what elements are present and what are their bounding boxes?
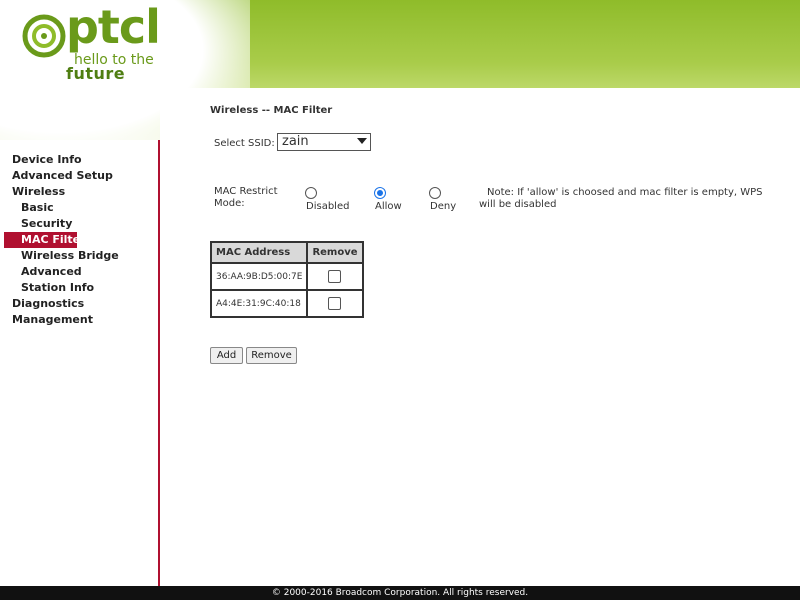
sidebar-item-security[interactable]: Security [0,216,119,232]
column-header-mac-address: MAC Address [209,241,309,264]
table-header-row: MAC Address Remove [209,241,364,264]
logo-tagline-2: future [66,64,126,83]
mac-address-cell: A4:4E:31:9C:40:18 [209,289,309,318]
radio-disabled-label: Disabled [306,201,350,212]
column-header-remove: Remove [306,241,364,264]
radio-allow-label: Allow [375,201,402,212]
ssid-selected-value: zain [282,134,309,149]
remove-cell [306,289,364,318]
mac-restrict-label: MAC Restrict Mode: [214,186,278,209]
sidebar: Device Info Advanced Setup Wireless Basi… [0,140,160,586]
logo-text: ptcl [66,0,161,54]
sidebar-item-basic[interactable]: Basic [0,200,119,216]
ptcl-logo-ring-icon [22,14,66,58]
add-button[interactable]: Add [210,347,243,364]
radio-disabled[interactable] [305,187,317,199]
sidebar-item-wireless[interactable]: Wireless [0,184,119,200]
wps-note: Note: If 'allow' is choosed and mac filt… [479,187,763,210]
remove-button[interactable]: Remove [246,347,297,364]
mac-address-cell: 36:AA:9B:D5:00:7E [209,262,309,291]
sidebar-item-management[interactable]: Management [0,312,119,328]
ssid-select[interactable]: zain [277,133,371,151]
sidebar-item-diagnostics[interactable]: Diagnostics [0,296,119,312]
mac-filter-table: MAC Address Remove 36:AA:9B:D5:00:7E A4:… [209,241,364,318]
remove-checkbox[interactable] [328,297,342,310]
ssid-label: Select SSID: [214,138,275,149]
sidebar-item-advanced[interactable]: Advanced [0,264,119,280]
sidebar-item-advanced-setup[interactable]: Advanced Setup [0,168,119,184]
radio-allow[interactable] [374,187,386,199]
chevron-down-icon [357,138,367,144]
sidebar-item-device-info[interactable]: Device Info [0,152,119,168]
content-area [160,88,800,588]
remove-cell [306,262,364,291]
footer-copyright: © 2000-2016 Broadcom Corporation. All ri… [0,586,800,600]
remove-checkbox[interactable] [328,270,342,283]
sidebar-item-station-info[interactable]: Station Info [0,280,119,296]
radio-deny-label: Deny [430,201,457,212]
sidebar-item-mac-filter[interactable]: MAC Filter [4,232,86,248]
sidebar-nav: Device Info Advanced Setup Wireless Basi… [0,152,119,328]
radio-deny[interactable] [429,187,441,199]
page-title: Wireless -- MAC Filter [210,105,333,116]
sidebar-item-wireless-bridge[interactable]: Wireless Bridge [0,248,119,264]
table-row: A4:4E:31:9C:40:18 [209,289,364,318]
table-row: 36:AA:9B:D5:00:7E [209,262,364,291]
